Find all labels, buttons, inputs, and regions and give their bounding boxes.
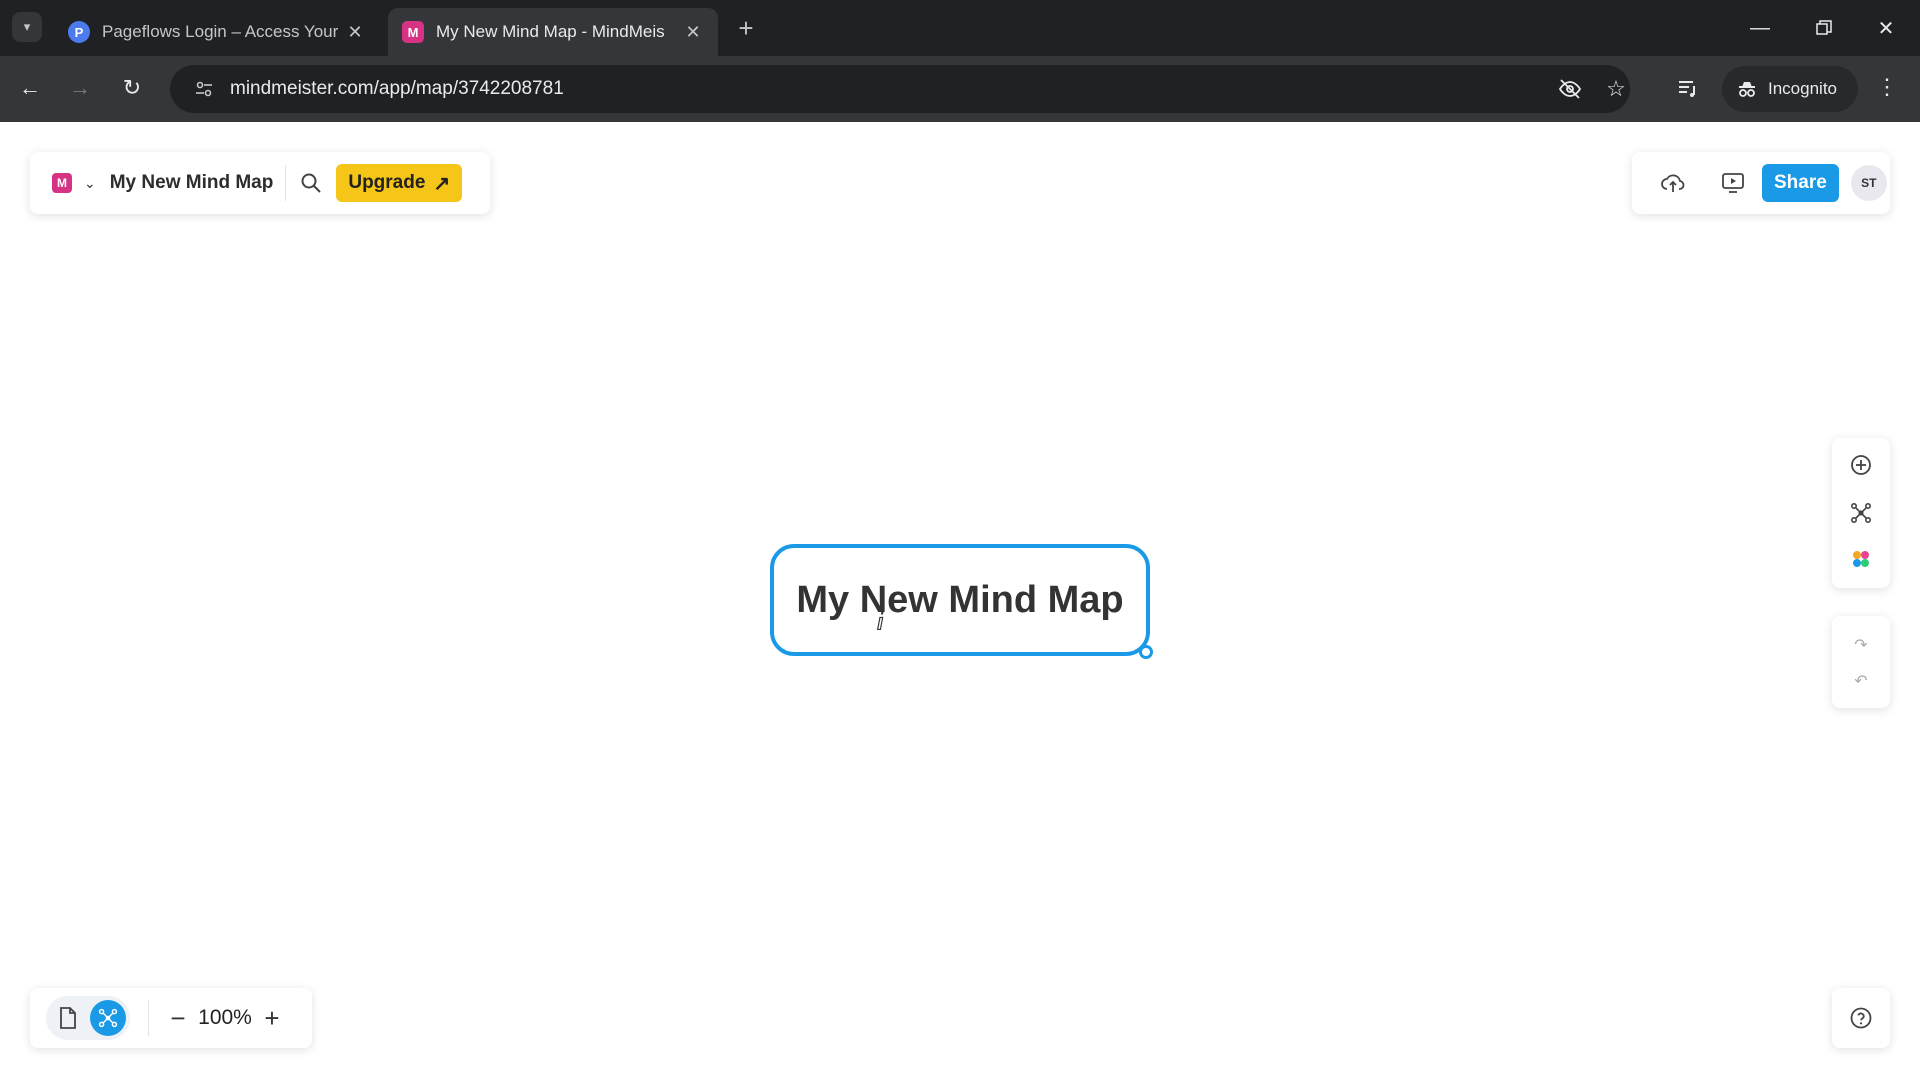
mindmeister-favicon-icon: M	[402, 21, 424, 43]
help-icon[interactable]	[1832, 988, 1890, 1048]
add-topic-icon[interactable]	[1846, 450, 1876, 480]
reload-icon[interactable]: ↻	[114, 70, 150, 106]
search-icon[interactable]	[300, 172, 322, 194]
node-resize-handle[interactable]	[1139, 645, 1153, 659]
chevron-down-icon: ▾	[23, 19, 31, 34]
layout-icon[interactable]	[1846, 498, 1876, 528]
zoom-in-button[interactable]: +	[255, 1001, 289, 1035]
right-toolbar	[1832, 438, 1890, 588]
chevron-down-icon[interactable]: ⌄	[84, 175, 96, 192]
zoom-level[interactable]: 100%	[195, 1006, 255, 1030]
browser-tab-bar: ▾ P Pageflows Login – Access Your ✕ M My…	[0, 0, 1920, 56]
mindmeister-logo-icon[interactable]: M	[52, 173, 72, 193]
arrow-up-right-icon: ↗	[433, 172, 451, 195]
site-info-icon[interactable]	[184, 79, 224, 99]
zoom-out-button[interactable]: −	[161, 1001, 195, 1035]
incognito-label: Incognito	[1768, 79, 1837, 98]
central-topic-text[interactable]: My New Mind Map	[796, 579, 1123, 622]
map-actions-panel: Share ST	[1632, 152, 1890, 214]
central-topic-node[interactable]: My New Mind Map	[770, 544, 1150, 656]
address-bar[interactable]: mindmeister.com/app/map/3742208781 ☆	[170, 65, 1630, 113]
window-close-icon[interactable]: ✕	[1866, 10, 1906, 46]
pageflows-favicon-icon: P	[68, 21, 90, 43]
new-tab-button[interactable]: +	[732, 13, 760, 43]
star-icon[interactable]: ☆	[1602, 75, 1630, 103]
close-icon[interactable]: ✕	[682, 22, 704, 43]
close-icon[interactable]: ✕	[344, 22, 366, 43]
cloud-upload-icon[interactable]	[1656, 166, 1690, 200]
divider	[285, 165, 287, 201]
mindmap-canvas[interactable]: M ⌄ My New Mind Map Upgrade ↗ Share ST ↷…	[0, 122, 1920, 1080]
tab-mindmeister[interactable]: M My New Mind Map - MindMeis ✕	[388, 8, 718, 56]
map-title[interactable]: My New Mind Map	[110, 172, 274, 194]
zoom-panel: − 100% +	[30, 988, 312, 1048]
upgrade-label: Upgrade	[348, 172, 426, 193]
restore-icon[interactable]	[1804, 10, 1844, 46]
theme-icon[interactable]	[1846, 544, 1876, 574]
text-cursor-icon: ⅈ	[876, 608, 885, 636]
upgrade-button[interactable]: Upgrade ↗	[336, 164, 463, 202]
tab-title: Pageflows Login – Access Your	[102, 22, 339, 41]
share-button[interactable]: Share	[1762, 164, 1839, 202]
more-icon[interactable]: ⋮	[1876, 74, 1898, 100]
history-toolbar: ↷ ↶	[1832, 616, 1890, 708]
tab-title: My New Mind Map - MindMeis	[436, 22, 665, 41]
divider	[148, 1000, 149, 1036]
avatar[interactable]: ST	[1850, 165, 1887, 201]
mindmap-view-icon[interactable]	[90, 1000, 126, 1036]
redo-icon[interactable]: ↷	[1846, 630, 1876, 660]
present-icon[interactable]	[1716, 166, 1750, 200]
incognito-icon	[1739, 82, 1755, 97]
tab-list-button[interactable]: ▾	[12, 12, 42, 42]
url-text: mindmeister.com/app/map/3742208781	[230, 78, 564, 99]
minimize-icon[interactable]: —	[1740, 10, 1780, 46]
eye-off-icon[interactable]	[1556, 75, 1584, 103]
incognito-indicator[interactable]: Incognito	[1722, 66, 1858, 112]
forward-icon[interactable]: →	[62, 70, 98, 106]
document-view-icon[interactable]	[50, 1000, 86, 1036]
view-toggle	[46, 996, 130, 1040]
map-header-panel: M ⌄ My New Mind Map Upgrade ↗	[30, 152, 490, 214]
undo-icon[interactable]: ↶	[1846, 666, 1876, 696]
tab-pageflows[interactable]: P Pageflows Login – Access Your ✕	[54, 8, 380, 56]
reading-list-icon[interactable]	[1670, 70, 1706, 106]
browser-toolbar: ← → ↻ mindmeister.com/app/map/3742208781…	[0, 56, 1920, 122]
back-icon[interactable]: ←	[12, 70, 48, 106]
